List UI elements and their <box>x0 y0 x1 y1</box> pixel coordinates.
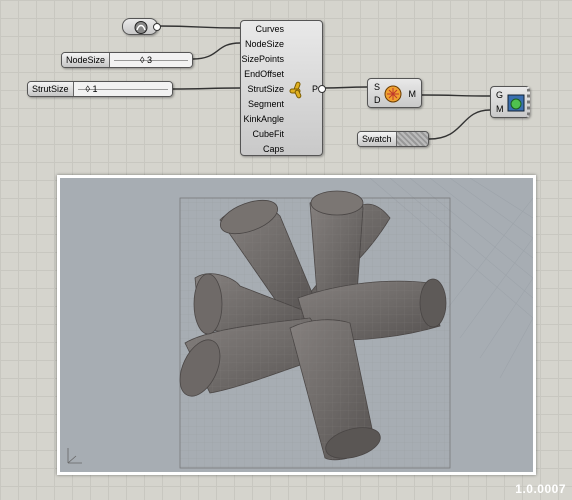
output-grip[interactable] <box>153 23 161 31</box>
axis-widget <box>67 448 82 464</box>
output-grip[interactable] <box>318 85 326 93</box>
slider-track[interactable]: ◊ 1 <box>73 82 172 96</box>
input-s[interactable]: S <box>374 82 380 92</box>
wire-p-to-s <box>322 86 368 89</box>
input-nodesize[interactable]: NodeSize <box>245 39 284 49</box>
exoskeleton-component[interactable]: Curves NodeSize SizePoints EndOffset Str… <box>240 20 326 156</box>
exoskeleton-icon <box>289 81 302 99</box>
output-m[interactable]: M <box>409 89 417 99</box>
slider-track[interactable]: ◊ 3 <box>110 53 192 67</box>
wire-m-to-g <box>421 94 491 97</box>
input-caps[interactable]: Caps <box>263 144 284 154</box>
curve-param-component[interactable] <box>122 18 161 35</box>
slider-value: ◊ 3 <box>140 55 152 65</box>
input-sizepoints[interactable]: SizePoints <box>241 54 284 64</box>
rhino-viewport[interactable] <box>57 175 536 475</box>
wire-curves <box>157 25 241 29</box>
display-icon <box>507 94 525 112</box>
viewport-render <box>67 178 533 469</box>
input-kinkangle[interactable]: KinkAngle <box>243 114 284 124</box>
material-display-component[interactable]: G M <box>490 86 530 118</box>
input-segment[interactable]: Segment <box>248 99 284 109</box>
input-strutsize[interactable]: StrutSize <box>247 84 284 94</box>
input-g[interactable]: G <box>496 90 503 100</box>
slider-label: NodeSize <box>62 53 111 67</box>
custom-preview-component[interactable]: S D M <box>367 78 422 108</box>
slider-value: ◊ 1 <box>85 84 98 94</box>
input-d[interactable]: D <box>374 95 381 105</box>
version-label: 1.0.0007 <box>515 482 566 496</box>
wire-swatch-to-m <box>428 109 491 140</box>
preview-icon <box>384 85 402 103</box>
wire-nodesize <box>192 42 241 60</box>
input-m[interactable]: M <box>496 104 504 114</box>
swatch-component[interactable]: Swatch <box>357 131 429 147</box>
input-cubefit[interactable]: CubeFit <box>252 129 284 139</box>
swatch-color[interactable] <box>396 132 428 146</box>
swatch-label: Swatch <box>358 132 397 146</box>
node-mesh <box>179 190 451 469</box>
input-endoffset[interactable]: EndOffset <box>244 69 284 79</box>
wire-strutsize <box>172 87 241 90</box>
slider-label: StrutSize <box>28 82 74 96</box>
input-curves[interactable]: Curves <box>255 24 284 34</box>
nodesize-slider[interactable]: NodeSize ◊ 3 <box>61 52 193 68</box>
strutsize-slider[interactable]: StrutSize ◊ 1 <box>27 81 173 97</box>
